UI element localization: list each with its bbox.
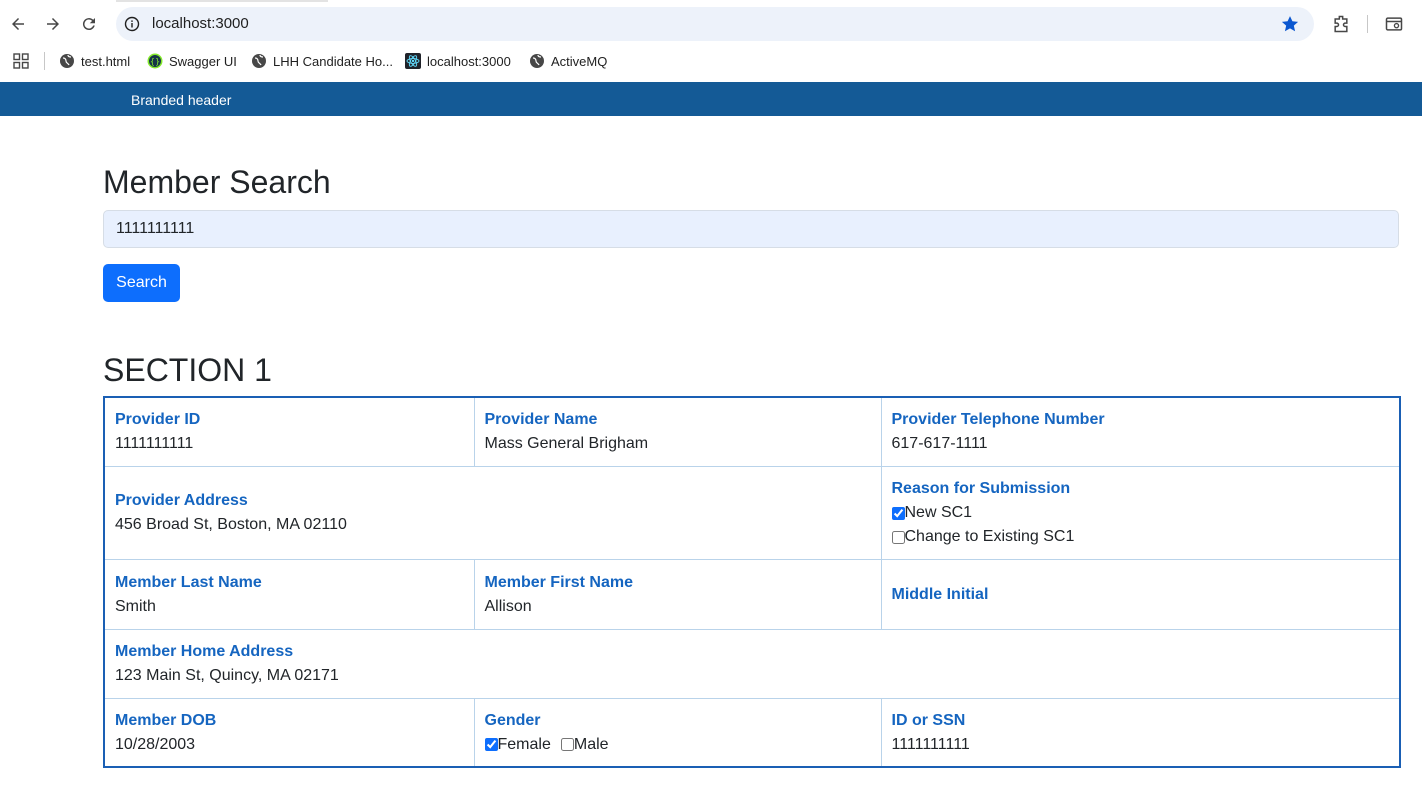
change-sc1-label: Change to Existing SC1 — [904, 528, 1075, 546]
search-button[interactable]: Search — [103, 264, 180, 302]
reload-icon — [82, 18, 95, 31]
provider-address-value: 456 Broad St, Boston, MA 02110 — [115, 516, 347, 534]
table-row: Member DOB 10/28/2003 Gender Female Male… — [103, 698, 1401, 768]
globe-icon — [530, 54, 544, 68]
back-button[interactable] — [6, 12, 30, 36]
table-row: Member Home Address 123 Main St, Quincy,… — [103, 628, 1401, 700]
extensions-icon[interactable] — [1331, 14, 1351, 34]
address-bar[interactable]: localhost:3000 — [116, 7, 1314, 41]
male-label: Male — [573, 735, 609, 753]
reason-label: Reason for Submission — [891, 480, 1071, 498]
provider-name-cell: Provider Name Mass General Brigham — [473, 396, 882, 467]
member-first-value: Allison — [484, 597, 532, 615]
bookmarks-divider — [44, 52, 45, 70]
gender-option-male[interactable]: Male — [560, 733, 609, 757]
bookmark-label: Swagger UI — [169, 53, 237, 69]
member-first-cell: Member First Name Allison — [473, 559, 882, 630]
globe-icon — [252, 54, 266, 68]
home-address-cell: Member Home Address 123 Main St, Quincy,… — [103, 628, 1401, 700]
id-ssn-label: ID or SSN — [891, 711, 966, 729]
gender-label: Gender — [484, 711, 541, 729]
provider-id-label: Provider ID — [115, 410, 201, 428]
table-row: Member Last Name Smith Member First Name… — [103, 559, 1401, 630]
bookmark-activemq[interactable]: ActiveMQ — [529, 48, 607, 74]
info-icon[interactable] — [124, 16, 140, 32]
home-address-value: 123 Main St, Quincy, MA 02171 — [115, 666, 339, 684]
reason-option-change[interactable]: Change to Existing SC1 — [891, 525, 1390, 549]
toolbar-divider — [1367, 15, 1368, 33]
middle-initial-label: Middle Initial — [891, 585, 989, 603]
provider-phone-label: Provider Telephone Number — [891, 410, 1105, 428]
svg-text:{}: {} — [150, 57, 160, 66]
home-address-label: Member Home Address — [115, 642, 294, 660]
member-last-value: Smith — [115, 597, 156, 615]
bookmarks-bar: test.html {} Swagger UI LHH Candidate Ho… — [0, 48, 1422, 74]
gender-cell: Gender Female Male — [473, 698, 882, 768]
dob-label: Member DOB — [115, 711, 217, 729]
bookmark-localhost[interactable]: localhost:3000 — [405, 48, 511, 74]
bookmark-label: localhost:3000 — [427, 53, 511, 69]
reason-option-new[interactable]: New SC1 — [891, 501, 1390, 525]
branded-header: Branded header — [0, 82, 1422, 116]
member-first-label: Member First Name — [484, 573, 634, 591]
bookmark-label: test.html — [81, 53, 131, 69]
member-last-label: Member Last Name — [115, 573, 262, 591]
dob-cell: Member DOB 10/28/2003 — [103, 698, 475, 768]
table-row: Provider ID 1111111111 Provider Name Mas… — [103, 396, 1401, 467]
tab-indicator — [116, 0, 328, 2]
bookmark-lhh-candidate[interactable]: LHH Candidate Ho... — [251, 48, 393, 74]
provider-phone-cell: Provider Telephone Number 617-617-1111 — [880, 396, 1401, 467]
member-last-cell: Member Last Name Smith — [103, 559, 475, 630]
bookmark-test-html[interactable]: test.html — [59, 48, 130, 74]
provider-address-label: Provider Address — [115, 492, 248, 510]
provider-id-cell: Provider ID 1111111111 — [103, 396, 475, 467]
browser-toolbar: localhost:3000 test.html {} Swagger UI L… — [0, 0, 1422, 82]
table-row: Provider Address 456 Broad St, Boston, M… — [103, 465, 1401, 561]
female-checkbox[interactable] — [484, 738, 498, 752]
globe-icon — [60, 54, 74, 68]
provider-name-value: Mass General Brigham — [484, 434, 649, 452]
bookmark-swagger-ui[interactable]: {} Swagger UI — [147, 48, 237, 74]
reason-cell: Reason for Submission New SC1 Change to … — [880, 465, 1401, 561]
id-ssn-cell: ID or SSN 1111111111 — [880, 698, 1401, 768]
id-ssn-value: 1111111111 — [891, 735, 970, 753]
provider-name-label: Provider Name — [484, 410, 598, 428]
arrow-left-icon — [12, 18, 24, 30]
middle-initial-cell: Middle Initial — [880, 559, 1401, 630]
female-label: Female — [497, 735, 551, 753]
arrow-right-icon — [47, 18, 59, 30]
provider-address-cell: Provider Address 456 Broad St, Boston, M… — [103, 465, 882, 561]
male-checkbox[interactable] — [560, 738, 574, 752]
gender-option-female[interactable]: Female — [484, 733, 551, 757]
change-sc1-checkbox[interactable] — [891, 530, 905, 544]
swagger-icon: {} — [147, 53, 163, 69]
member-search-input[interactable] — [103, 210, 1399, 248]
reload-button[interactable] — [77, 12, 101, 36]
react-icon — [405, 53, 421, 69]
branded-header-text: Branded header — [131, 92, 232, 108]
tab-search-icon[interactable] — [1384, 14, 1404, 34]
page-title: Member Search — [103, 164, 331, 200]
section-title: SECTION 1 — [103, 352, 272, 388]
dob-value: 10/28/2003 — [115, 735, 196, 753]
apps-grid-icon[interactable] — [13, 53, 29, 69]
bookmark-label: LHH Candidate Ho... — [273, 53, 393, 69]
url-text[interactable]: localhost:3000 — [152, 15, 249, 32]
gender-options: Female Male — [484, 733, 871, 757]
provider-id-value: 1111111111 — [115, 434, 194, 452]
bookmark-label: ActiveMQ — [551, 53, 608, 69]
provider-phone-value: 617-617-1111 — [891, 434, 988, 452]
forward-button[interactable] — [41, 12, 65, 36]
new-sc1-label: New SC1 — [904, 504, 973, 522]
new-sc1-checkbox[interactable] — [891, 506, 905, 520]
section-1-table: Provider ID 1111111111 Provider Name Mas… — [103, 396, 1401, 768]
bookmark-star-icon[interactable] — [1280, 14, 1300, 34]
